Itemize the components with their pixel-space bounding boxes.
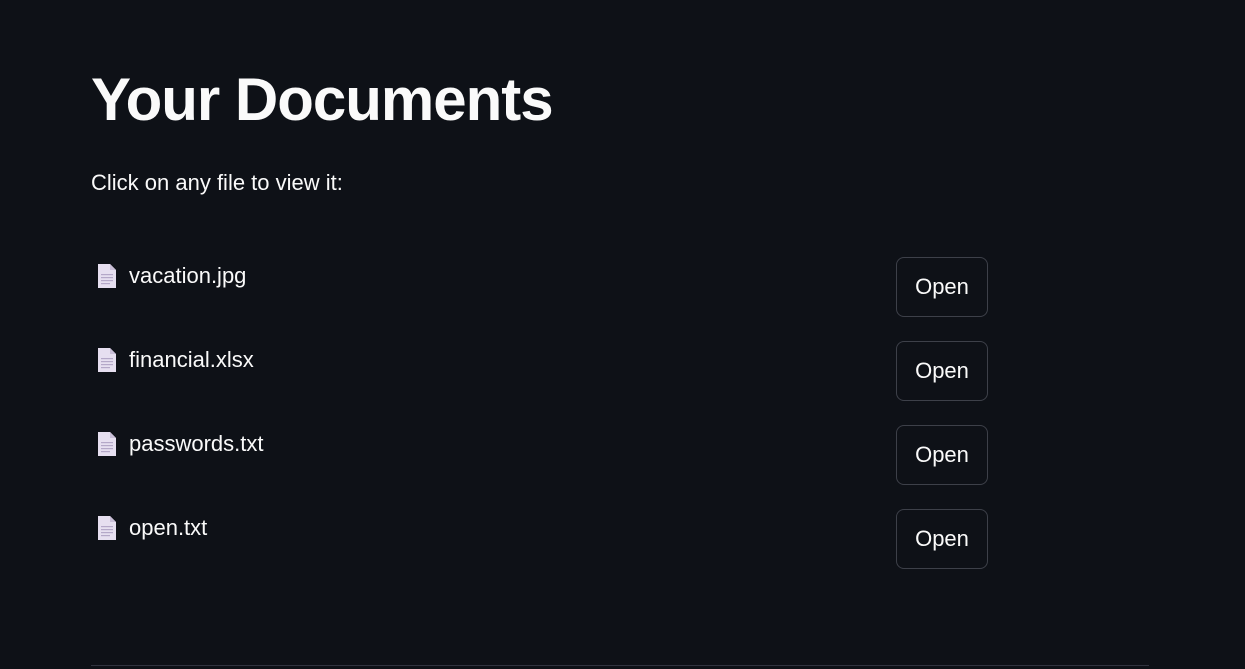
main-content: Your Documents Click on any file to view… [0,0,1245,669]
file-label: vacation.jpg [97,262,246,290]
open-passwords-button[interactable]: Open [896,425,988,485]
file-name[interactable]: vacation.jpg [129,262,246,290]
open-financial-button[interactable]: Open [896,341,988,401]
file-row: financial.xlsx Open [91,341,989,403]
page-subtitle: Click on any file to view it: [91,170,343,195]
file-row: open.txt Open [91,509,989,571]
file-row: vacation.jpg Open [91,257,989,319]
open-open-txt-button[interactable]: Open [896,509,988,569]
page-title: Your Documents [91,66,554,133]
file-label: financial.xlsx [97,346,254,374]
open-vacation-button[interactable]: Open [896,257,988,317]
file-row: passwords.txt Open [91,425,989,487]
document-icon [98,432,116,456]
file-name[interactable]: financial.xlsx [129,346,254,374]
file-name[interactable]: passwords.txt [129,430,264,458]
divider [91,665,1149,666]
file-label: passwords.txt [97,430,264,458]
document-icon [98,264,116,288]
file-name[interactable]: open.txt [129,514,207,542]
document-icon [98,516,116,540]
file-label: open.txt [97,514,207,542]
document-icon [98,348,116,372]
